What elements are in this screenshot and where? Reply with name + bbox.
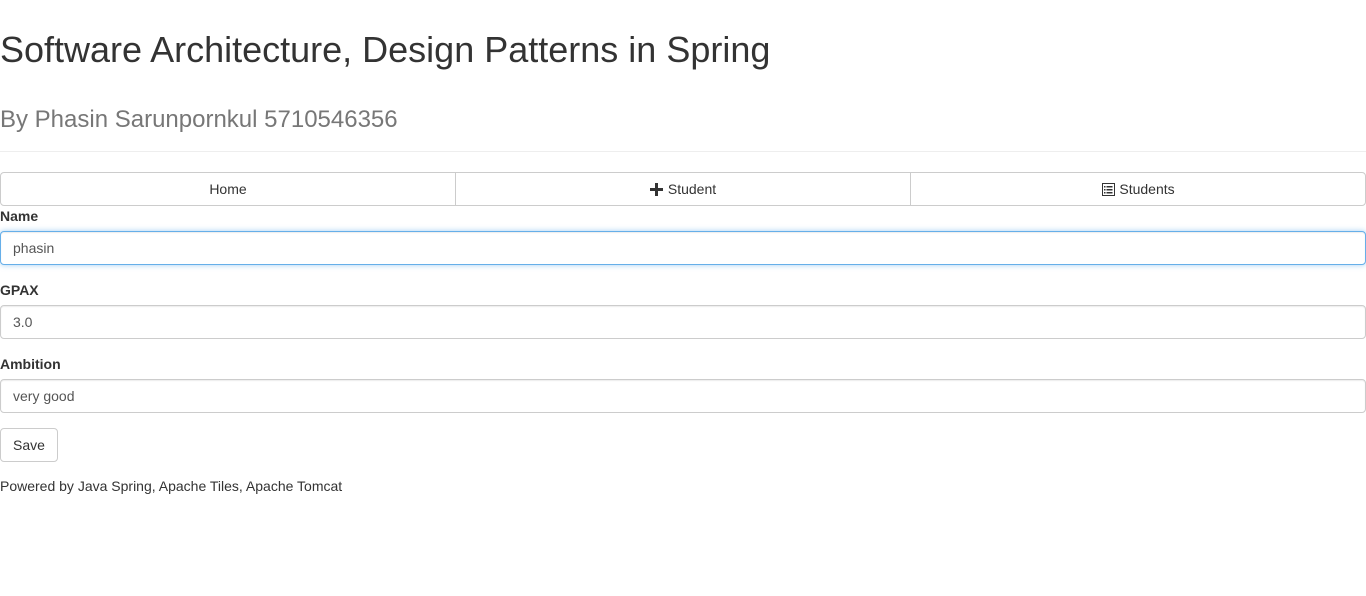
add-student-button[interactable]: Student [455,172,911,206]
gpax-label: GPAX [0,282,39,298]
footer-text: Powered by Java Spring, Apache Tiles, Ap… [0,478,343,494]
students-list-button-label: Students [1119,181,1175,197]
header-divider [0,151,1366,152]
students-list-button[interactable]: Students [910,172,1366,206]
nav-button-group: Home Student Students [0,172,1366,206]
page-title: Software Architecture, Design Patterns i… [0,29,771,70]
name-label: Name [0,208,39,224]
name-input[interactable] [0,231,1366,265]
gpax-input[interactable] [0,305,1366,339]
home-button-label: Home [209,181,247,197]
ambition-label: Ambition [0,356,61,372]
page-subtitle: By Phasin Sarunpornkul 5710546356 [0,106,398,133]
plus-icon [650,182,664,196]
ambition-input[interactable] [0,379,1366,413]
add-student-button-label: Student [667,181,717,197]
home-button[interactable]: Home [0,172,456,206]
list-alt-icon [1101,182,1115,196]
save-button[interactable]: Save [0,428,58,462]
